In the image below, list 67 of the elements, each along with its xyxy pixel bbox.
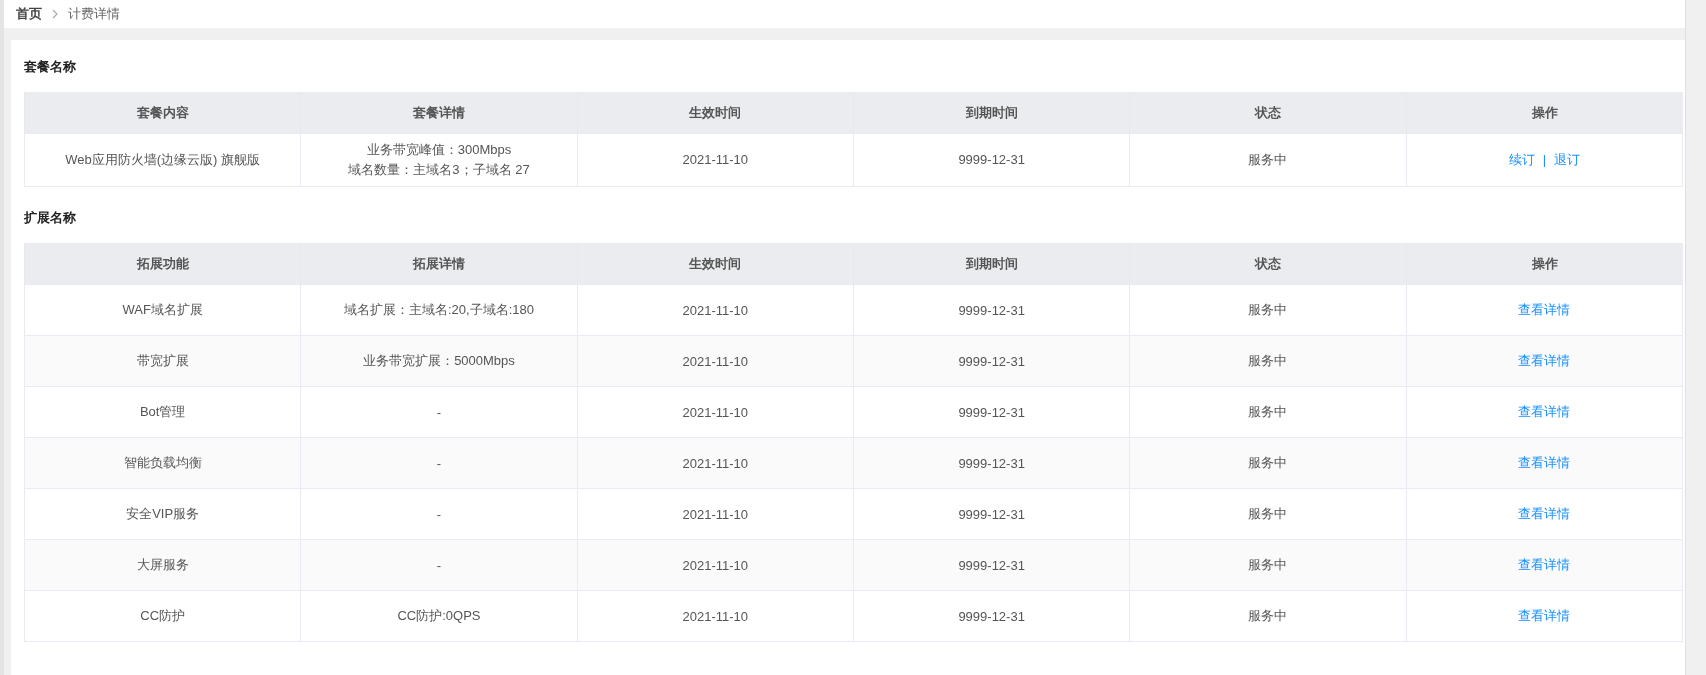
table-cell: 业务带宽扩展：5000Mbps: [300, 335, 578, 387]
table-cell: 服务中: [1129, 488, 1407, 540]
table-cell: 服务中: [1129, 590, 1407, 642]
table-cell: 智能负载均衡: [24, 437, 301, 489]
table-cell: 带宽扩展: [24, 335, 301, 387]
table-cell: 2021-11-10: [577, 590, 854, 642]
table-cell: -: [300, 386, 578, 438]
section-title: 扩展名称: [24, 209, 77, 227]
table-cell: 9999-12-31: [853, 437, 1130, 489]
table-cell: 服务中: [1129, 386, 1407, 438]
column-header: 拓展详情: [300, 243, 578, 285]
table-cell: 9999-12-31: [853, 386, 1130, 438]
column-header: 套餐内容: [24, 92, 301, 134]
table-cell: 2021-11-10: [577, 335, 854, 387]
table-cell: 服务中: [1129, 284, 1407, 336]
table-cell: -: [300, 539, 578, 591]
table-cell: 服务中: [1129, 133, 1407, 187]
table-cell: CC防护: [24, 590, 301, 642]
table-cell: 9999-12-31: [853, 284, 1130, 336]
column-header: 操作: [1406, 243, 1683, 285]
table-cell: 9999-12-31: [853, 335, 1130, 387]
table-cell: 服务中: [1129, 539, 1407, 591]
action-link[interactable]: 退订: [1554, 152, 1580, 167]
column-header: 操作: [1406, 92, 1683, 134]
column-header: 生效时间: [577, 243, 854, 285]
table-cell: 9999-12-31: [853, 539, 1130, 591]
column-header: 生效时间: [577, 92, 854, 134]
table-cell: 9999-12-31: [853, 590, 1130, 642]
table-cell: -: [300, 488, 578, 540]
column-header: 状态: [1129, 92, 1407, 134]
view-details-link[interactable]: 查看详情: [1518, 557, 1571, 572]
table-cell: 2021-11-10: [577, 437, 854, 489]
table-cell: 域名扩展：主域名:20,子域名:180: [300, 284, 578, 336]
chevron-right-icon: [52, 9, 58, 19]
view-details-link[interactable]: 查看详情: [1518, 353, 1571, 368]
action-link[interactable]: 续订: [1508, 152, 1535, 167]
view-details-link[interactable]: 查看详情: [1518, 302, 1571, 317]
view-details-link[interactable]: 查看详情: [1518, 455, 1571, 470]
view-details-link[interactable]: 查看详情: [1518, 506, 1571, 521]
table-cell: 2021-11-10: [577, 488, 854, 540]
table-cell: 2021-11-10: [577, 386, 854, 438]
view-details-link[interactable]: 查看详情: [1518, 608, 1571, 623]
breadcrumb-item[interactable]: 首页: [16, 5, 42, 23]
view-details-link[interactable]: 查看详情: [1518, 404, 1571, 419]
column-header: 到期时间: [853, 92, 1130, 134]
table-cell: 业务带宽峰值：300Mbps 域名数量：主域名3；子域名 27: [300, 133, 578, 187]
table-cell: 2021-11-10: [577, 284, 854, 336]
column-header: 套餐详情: [300, 92, 578, 134]
table-cell: Bot管理: [24, 386, 301, 438]
table-cell: 大屏服务: [24, 539, 301, 591]
table-cell: -: [300, 437, 578, 489]
table-cell: 2021-11-10: [577, 539, 854, 591]
table-cell: 安全VIP服务: [24, 488, 301, 540]
column-header: 状态: [1129, 243, 1407, 285]
table-cell: 9999-12-31: [853, 488, 1130, 540]
section-title: 套餐名称: [24, 58, 77, 76]
table-cell: 9999-12-31: [853, 133, 1130, 187]
column-header: 到期时间: [853, 243, 1130, 285]
column-header: 拓展功能: [24, 243, 301, 285]
table-cell: 服务中: [1129, 437, 1407, 489]
table-cell: Web应用防火墙(边缘云版) 旗舰版: [24, 133, 301, 187]
link-separator: |: [1542, 152, 1546, 167]
breadcrumb-item: 计费详情: [68, 5, 120, 23]
table-cell: 2021-11-10: [577, 133, 854, 187]
table-cell: CC防护:0QPS: [300, 590, 578, 642]
table-cell: 服务中: [1129, 335, 1407, 387]
table-cell: WAF域名扩展: [24, 284, 301, 336]
